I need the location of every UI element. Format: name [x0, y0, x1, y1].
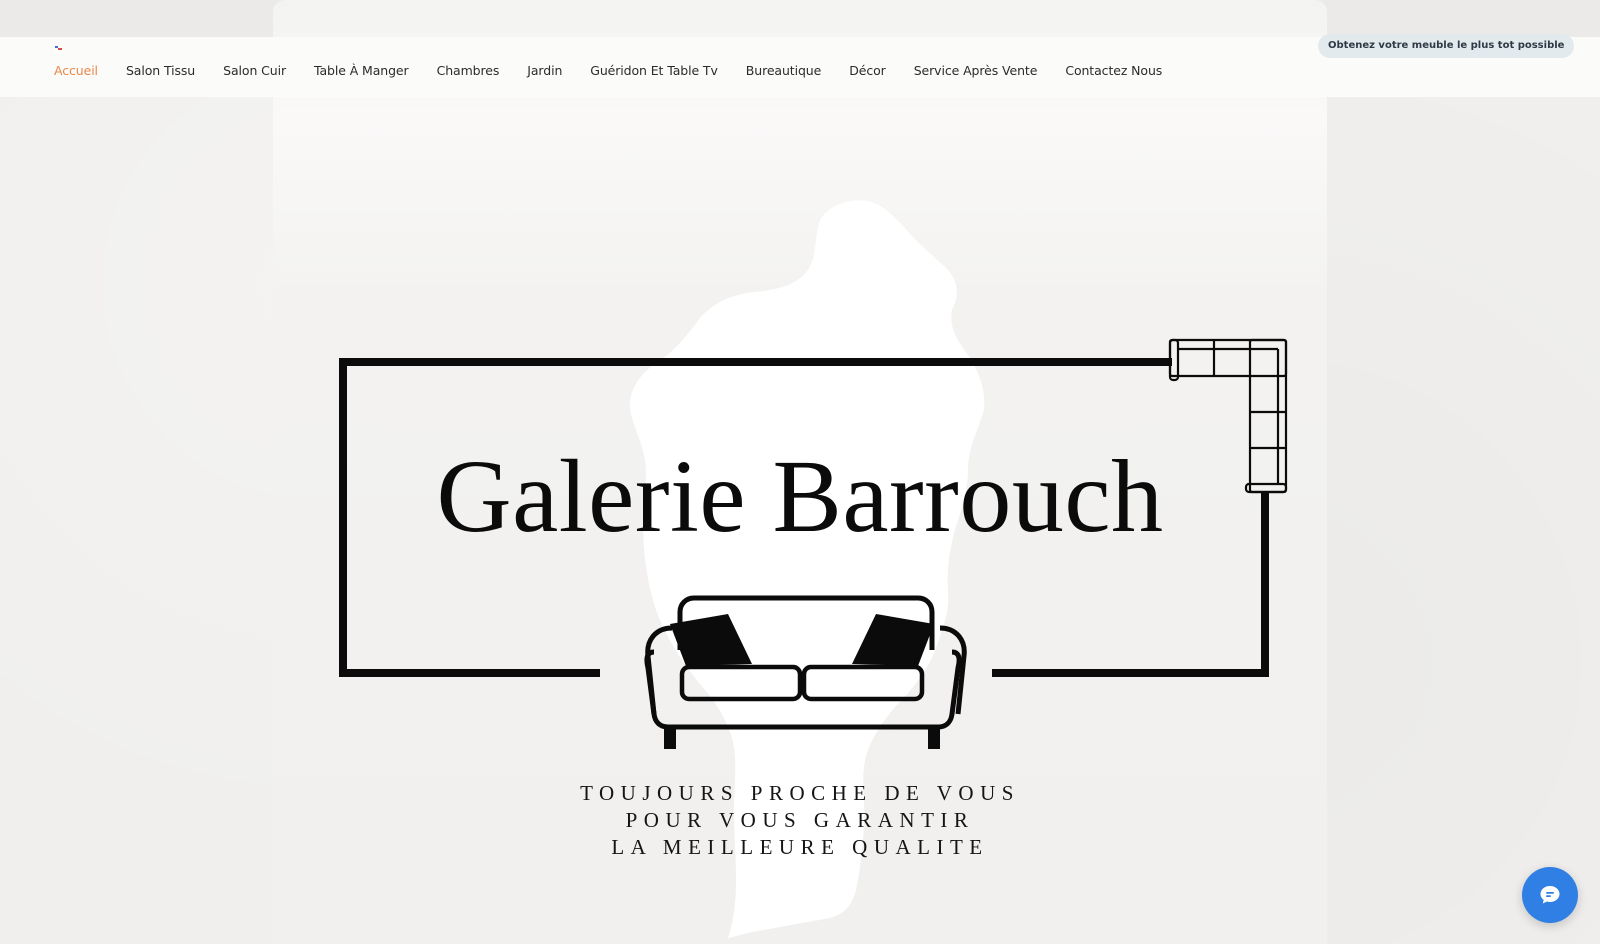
hero-section: Galerie Barrouch TOUJOURS PROCHE DE VOUS… [0, 0, 1600, 944]
nav-item-decor[interactable]: Décor [849, 63, 886, 78]
page: Galerie Barrouch TOUJOURS PROCHE DE VOUS… [0, 0, 1600, 944]
nav-item-salon-cuir[interactable]: Salon Cuir [223, 63, 286, 78]
brand-title: Galerie Barrouch [436, 439, 1164, 554]
chat-button[interactable] [1522, 867, 1578, 923]
brand-tagline: TOUJOURS PROCHE DE VOUS POUR VOUS GARANT… [440, 780, 1160, 861]
tagline-line: TOUJOURS PROCHE DE VOUS [580, 781, 1020, 805]
site-logo-icon[interactable] [55, 46, 62, 51]
chat-bubble-icon [1540, 886, 1560, 904]
nav-item-bureautique[interactable]: Bureautique [746, 63, 822, 78]
tagline-line: POUR VOUS GARANTIR [625, 808, 975, 832]
nav-item-service-apres-vente[interactable]: Service Après Vente [914, 63, 1038, 78]
tagline-line: LA MEILLEURE QUALITE [611, 835, 989, 859]
nav-item-contactez-nous[interactable]: Contactez Nous [1065, 63, 1162, 78]
cta-button[interactable]: Obtenez votre meuble le plus tot possibl… [1318, 34, 1575, 58]
nav-item-salon-tissu[interactable]: Salon Tissu [126, 63, 195, 78]
nav-item-jardin[interactable]: Jardin [527, 63, 562, 78]
nav-item-accueil[interactable]: Accueil [54, 63, 98, 78]
nav-item-table-a-manger[interactable]: Table À Manger [314, 63, 409, 78]
nav-item-gueridon-table-tv[interactable]: Guéridon Et Table Tv [590, 63, 718, 78]
nav-item-chambres[interactable]: Chambres [437, 63, 500, 78]
nav-menu: Accueil Salon Tissu Salon Cuir Table À M… [54, 63, 1162, 78]
